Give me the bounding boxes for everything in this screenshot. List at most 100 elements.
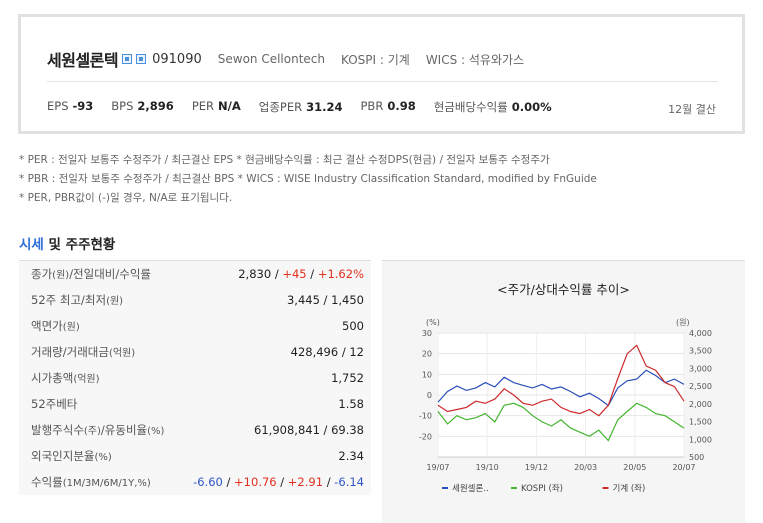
table-row: 종가(원)/전일대비/수익률 2,830 / +45 / +1.62% xyxy=(19,261,371,287)
row-value: 3,445 / 1,450 xyxy=(286,293,364,307)
per-label: PER xyxy=(191,99,215,113)
dividend-yield-stat: 현금배당수익률 0.00% xyxy=(434,99,552,115)
label-text: /유동비율 xyxy=(100,423,148,437)
y-left-tick-label: 10 xyxy=(422,370,432,379)
label-text: 수익률 xyxy=(31,475,63,489)
settlement-month: 12월 결산 xyxy=(668,103,716,116)
label-unit: (주) xyxy=(83,426,101,437)
y-right-tick-label: 2,000 xyxy=(689,400,712,409)
industry-per-value: 31.24 xyxy=(306,100,343,114)
pbr-label: PBR xyxy=(360,99,384,113)
bps-value: 2,896 xyxy=(137,99,174,113)
label-text: 시가총액 xyxy=(31,371,74,385)
kospi-badge-icon xyxy=(122,54,133,64)
row-label: 수익률(1M/3M/6M/1Y,%) xyxy=(31,474,151,490)
section-title-accent: 시세 xyxy=(19,237,44,253)
y-right-tick-label: 500 xyxy=(689,453,704,462)
market-data-table: 종가(원)/전일대비/수익률 2,830 / +45 / +1.62% 52주 … xyxy=(19,260,371,495)
section-title: 시세 및 주주현황 xyxy=(19,233,115,253)
label-unit: (원) xyxy=(106,296,124,307)
row-label: 종가(원)/전일대비/수익률 xyxy=(31,266,151,282)
row-label: 액면가(원) xyxy=(31,318,80,334)
legend-label: 기계 (좌) xyxy=(613,483,646,494)
company-english-name: Sewon Cellontech xyxy=(217,52,325,66)
label-unit: (%) xyxy=(94,452,112,463)
row-value: 1.58 xyxy=(338,397,364,411)
row-label: 시가총액(억원) xyxy=(31,370,100,386)
table-row: 수익률(1M/3M/6M/1Y,%) -6.60 / +10.76 / +2.9… xyxy=(19,469,371,495)
footnotes: * PER : 전일자 보통주 수정주가 / 최근결산 EPS * 현금배당수익… xyxy=(19,151,597,208)
label-unit: (1M/3M/6M/1Y,%) xyxy=(62,478,151,489)
label-text: 액면가 xyxy=(31,319,63,333)
industry-per-stat: 업종PER 31.24 xyxy=(259,99,343,115)
row-label: 발행주식수(주)/유동비율(%) xyxy=(31,422,164,438)
label-unit: (원) xyxy=(52,270,70,281)
legend-label: 세원셀론.. xyxy=(452,483,489,494)
close-price: 2,830 xyxy=(238,267,272,281)
divider xyxy=(47,81,718,82)
y-right-tick-label: 1,000 xyxy=(689,435,712,444)
x-tick-label: 20/07 xyxy=(672,463,695,472)
legend-label: KOSPI (좌) xyxy=(521,484,563,494)
pbr-stat: PBR 0.98 xyxy=(361,99,416,115)
y-left-tick-label: -10 xyxy=(419,412,432,421)
label-text: 외국인지분율 xyxy=(31,449,95,463)
label-unit: (%) xyxy=(147,426,165,437)
label-text: 52주베타 xyxy=(31,397,78,411)
company-header: 세원셀론텍 091090 Sewon Cellontech KOSPI : 기계… xyxy=(47,47,524,71)
valuation-stats: EPS -93 BPS 2,896 PER N/A 업종PER 31.24 PBR 0.9… xyxy=(47,99,570,115)
eps-stat: EPS -93 xyxy=(47,99,93,115)
row-value: 500 xyxy=(342,319,364,333)
label-text: /전일대비/수익률 xyxy=(69,267,151,281)
document-badge-icon xyxy=(136,54,147,64)
market-sector: KOSPI : 기계 xyxy=(341,52,410,67)
y-right-tick-label: 3,000 xyxy=(689,364,712,373)
table-row: 52주 최고/최저(원) 3,445 / 1,450 xyxy=(19,287,371,313)
x-tick-label: 20/05 xyxy=(623,463,646,472)
label-unit: (억원) xyxy=(108,348,136,359)
x-tick-label: 19/10 xyxy=(476,463,499,472)
per-value: N/A xyxy=(218,99,241,113)
row-label: 52주 최고/최저(원) xyxy=(31,292,123,308)
price-chart-panel: <주가/상대수익률 추이> 30 20 10 0 -10 -20 4,000 3,500 3,0… xyxy=(382,260,745,523)
return-6m: +2.91 xyxy=(287,475,324,489)
company-name: 세원셀론텍 xyxy=(47,51,119,70)
y-right-tick-label: 2,500 xyxy=(689,382,712,391)
y-right-unit: (원) xyxy=(676,318,690,327)
per-stat: PER N/A xyxy=(192,99,241,115)
row-value: 2,830 / +45 / +1.62% xyxy=(238,267,364,281)
label-unit: (원) xyxy=(62,322,80,333)
row-label: 외국인지분율(%) xyxy=(31,448,112,464)
price-change: +45 xyxy=(282,267,307,281)
company-summary-card: 세원셀론텍 091090 Sewon Cellontech KOSPI : 기계… xyxy=(18,14,745,134)
return-3m: +10.76 xyxy=(234,475,277,489)
wics-sector: WICS : 석유와가스 xyxy=(425,52,525,67)
y-left-tick-label: 0 xyxy=(427,391,432,400)
footnote: * PBR : 전일자 보통주 수정주가 / 최근결산 BPS * WICS :… xyxy=(19,173,597,185)
pbr-value: 0.98 xyxy=(387,99,416,113)
y-left-tick-label: 30 xyxy=(422,329,432,338)
eps-value: -93 xyxy=(72,99,94,113)
row-value: -6.60 / +10.76 / +2.91 / -6.14 xyxy=(193,475,364,489)
price-relative-return-chart: 30 20 10 0 -10 -20 4,000 3,500 3,000 2,500 2,000 1,… xyxy=(419,318,712,494)
table-row: 거래량/거래대금(억원) 428,496 / 12 xyxy=(19,339,371,365)
bps-stat: BPS 2,896 xyxy=(111,99,174,115)
industry-per-label: 업종PER xyxy=(258,100,303,114)
y-right-tick-label: 4,000 xyxy=(689,329,712,338)
table-row: 외국인지분율(%) 2.34 xyxy=(19,443,371,469)
label-text: 거래량/거래대금 xyxy=(31,345,109,359)
section-title-rest: 및 주주현황 xyxy=(43,237,116,253)
label-text: 발행주식수 xyxy=(31,423,84,437)
y-left-tick-label: 20 xyxy=(422,350,432,359)
row-value: 428,496 / 12 xyxy=(290,345,364,359)
eps-label: EPS xyxy=(47,99,69,113)
y-right-tick-label: 1,500 xyxy=(689,418,712,427)
label-text: 종가 xyxy=(31,267,53,281)
row-value: 1,752 xyxy=(331,371,364,385)
x-tick-label: 20/03 xyxy=(574,463,597,472)
footnote: * PER : 전일자 보통주 수정주가 / 최근결산 EPS * 현금배당수익… xyxy=(19,154,550,166)
dividend-yield-value: 0.00% xyxy=(511,100,552,114)
return-1m: -6.60 xyxy=(193,475,223,489)
y-left-unit: (%) xyxy=(426,318,440,327)
label-unit: (억원) xyxy=(73,374,100,385)
